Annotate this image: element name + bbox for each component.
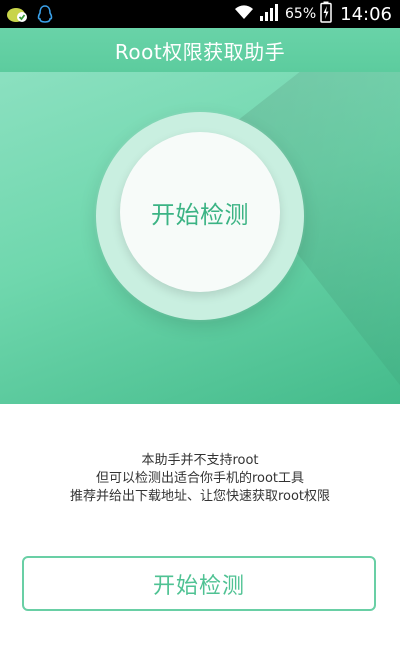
title-bar: Root权限获取助手 (0, 28, 400, 72)
description-line-3: 推荐并给出下载地址、让您快速获取root权限 (69, 489, 331, 504)
hero-panel: 开始检测 (0, 72, 400, 404)
qq-penguin-icon (36, 4, 54, 28)
description-text: 本助手并不支持root 但可以检测出适合你手机的root工具 推荐并给出下载地址… (0, 452, 400, 506)
battery-percent: 65% (285, 6, 317, 22)
wifi-icon (233, 3, 255, 25)
status-bar: 65% 14:06 (0, 0, 400, 28)
check-circle-label: 开始检测 (151, 200, 249, 229)
description-line-2: 但可以检测出适合你手机的root工具 (95, 471, 305, 486)
start-check-button[interactable]: 开始检测 (22, 556, 376, 611)
description-line-1: 本助手并不支持root (141, 453, 259, 468)
notification-icons (6, 4, 54, 28)
start-check-label: 开始检测 (152, 573, 245, 599)
signal-bars-icon (259, 2, 281, 26)
battery-charging-icon (320, 1, 332, 27)
clock: 14:06 (340, 3, 392, 25)
check-circle-button[interactable]: 开始检测 (120, 132, 280, 292)
app-title: Root权限获取助手 (114, 39, 286, 64)
system-icons: 65% 14:06 (233, 0, 392, 28)
cloud-check-icon (6, 4, 28, 28)
